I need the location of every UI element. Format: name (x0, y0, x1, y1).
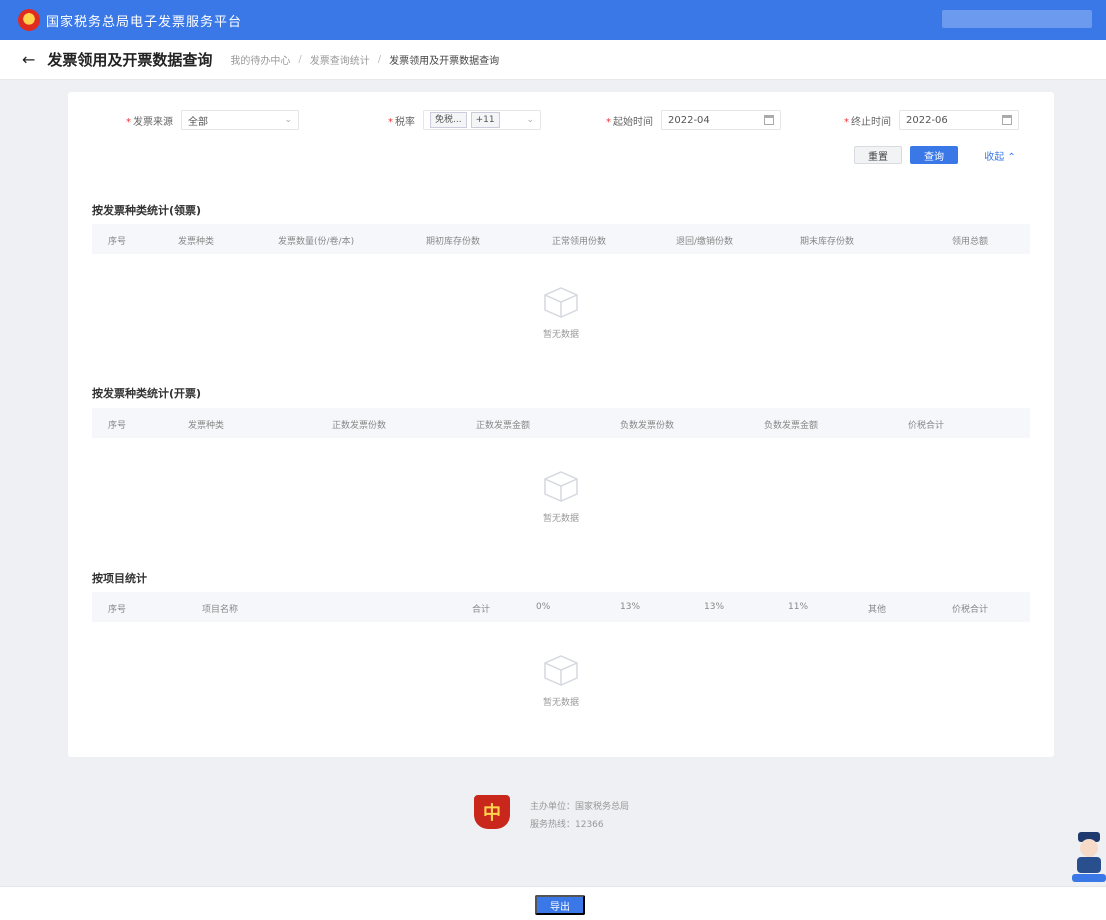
back-arrow-icon[interactable]: ← (22, 50, 35, 69)
reset-button[interactable]: 重置 (854, 146, 902, 164)
tax-rate-more-tag[interactable]: +11 (470, 112, 500, 128)
start-time-value: 2022-04 (668, 114, 710, 126)
column-header: 负数发票金额 (764, 421, 819, 431)
column-header: 价税合计 (908, 421, 945, 431)
footer-sponsor: 主办单位：国家税务总局 (530, 802, 630, 812)
column-header: 其他 (868, 605, 887, 615)
column-header: 正常领用份数 (552, 237, 607, 247)
assistant-avatar-icon[interactable] (1070, 830, 1106, 884)
column-header: 序号 (108, 237, 127, 247)
filter-row: * 发票来源 全部 ⌄ * 税率 免税... +11 ⌄ * 起始时间 2022-04… (68, 110, 1054, 130)
breadcrumb-separator: / (298, 54, 302, 65)
column-header: 13% (704, 602, 725, 612)
table-header-issue: 序号 发票种类 正数发票份数 正数发票金额 负数发票份数 负数发票金额 价税合计 (92, 408, 1030, 438)
column-header: 期末库存份数 (800, 237, 855, 247)
table-header-project: 序号 项目名称 合计 0% 13% 13% 11% 其他 价税合计 (92, 592, 1030, 622)
invoice-source-label: * 发票来源 (126, 116, 173, 128)
invoice-source-select[interactable]: 全部 ⌄ (181, 110, 299, 130)
page-header: ← 发票领用及开票数据查询 我的待办中心 / 发票查询统计 / 发票领用及开票数… (0, 40, 1106, 80)
column-header: 13% (620, 602, 641, 612)
empty-state-receive: 暂无数据 (92, 262, 1030, 362)
top-header-bar: 国家税务总局电子发票服务平台 (0, 0, 1106, 40)
filter-invoice-source: * 发票来源 全部 ⌄ (126, 110, 299, 130)
empty-state-project: 暂无数据 (92, 630, 1030, 730)
tax-rate-label: * 税率 (388, 116, 415, 128)
start-time-picker[interactable]: 2022-04 (661, 110, 781, 130)
footer-info: 主办单位：国家税务总局 服务热线：12366 (530, 798, 629, 834)
column-header: 序号 (108, 605, 127, 615)
filter-end-time: * 终止时间 2022-06 (844, 110, 1019, 130)
filter-start-time: * 起始时间 2022-04 (606, 110, 781, 130)
collapse-toggle[interactable]: 收起 ⌃ (978, 146, 1022, 164)
end-time-value: 2022-06 (906, 114, 948, 126)
column-header: 发票种类 (188, 421, 225, 431)
column-header: 价税合计 (952, 605, 989, 615)
empty-box-icon (544, 654, 578, 686)
tax-emblem-logo (18, 9, 40, 31)
calendar-icon (764, 115, 774, 125)
section-title-receive: 按发票种类统计(领票) (92, 204, 202, 217)
empty-text: 暂无数据 (542, 697, 579, 708)
chevron-down-icon: ⌄ (284, 115, 292, 125)
end-time-label: * 终止时间 (844, 116, 891, 128)
query-card: * 发票来源 全部 ⌄ * 税率 免税... +11 ⌄ * 起始时间 2022-04… (68, 92, 1054, 757)
column-header: 序号 (108, 421, 127, 431)
column-header: 退回/缴销份数 (676, 237, 734, 247)
breadcrumb-item-1[interactable]: 我的待办中心 (230, 52, 290, 67)
user-info-area[interactable] (942, 10, 1092, 28)
export-button[interactable]: 导出 (535, 895, 585, 915)
column-header: 项目名称 (202, 605, 239, 615)
filter-tax-rate: * 税率 免税... +11 ⌄ (388, 110, 541, 130)
column-header: 0% (536, 602, 551, 612)
footer-hotline: 服务热线：12366 (530, 820, 604, 830)
empty-text: 暂无数据 (542, 513, 579, 524)
column-header: 期初库存份数 (426, 237, 481, 247)
column-header: 正数发票份数 (332, 421, 387, 431)
tax-rate-tag[interactable]: 免税... (430, 112, 467, 128)
end-time-picker[interactable]: 2022-06 (899, 110, 1019, 130)
bottom-action-bar: 导出 (0, 886, 1106, 920)
table-header-receive: 序号 发票种类 发票数量(份/卷/本) 期初库存份数 正常领用份数 退回/缴销份… (92, 224, 1030, 254)
section-title-project: 按项目统计 (92, 572, 147, 585)
column-header: 发票种类 (178, 237, 215, 247)
page-title: 发票领用及开票数据查询 (47, 51, 213, 69)
breadcrumb-item-current: 发票领用及开票数据查询 (389, 56, 500, 67)
calendar-icon (1002, 115, 1012, 125)
column-header: 合计 (472, 605, 491, 615)
section-title-issue: 按发票种类统计(开票) (92, 387, 202, 400)
empty-box-icon (544, 470, 578, 502)
start-time-label: * 起始时间 (606, 116, 653, 128)
empty-text: 暂无数据 (542, 329, 579, 340)
column-header: 领用总额 (952, 237, 989, 247)
invoice-source-value: 全部 (188, 116, 208, 128)
platform-title: 国家税务总局电子发票服务平台 (46, 14, 243, 30)
column-header: 负数发票份数 (620, 421, 675, 431)
column-header: 正数发票金额 (476, 421, 531, 431)
query-button[interactable]: 查询 (910, 146, 958, 164)
column-header: 发票数量(份/卷/本) (278, 237, 355, 247)
empty-state-issue: 暂无数据 (92, 446, 1030, 546)
column-header: 11% (788, 602, 809, 612)
breadcrumb-separator: / (377, 54, 382, 65)
chevron-down-icon: ⌄ (526, 115, 534, 125)
breadcrumb-item-2[interactable]: 发票查询统计 (310, 52, 370, 67)
tax-shield-logo: 中 (474, 795, 510, 829)
empty-box-icon (544, 286, 578, 318)
tax-rate-select[interactable]: 免税... +11 ⌄ (423, 110, 541, 130)
